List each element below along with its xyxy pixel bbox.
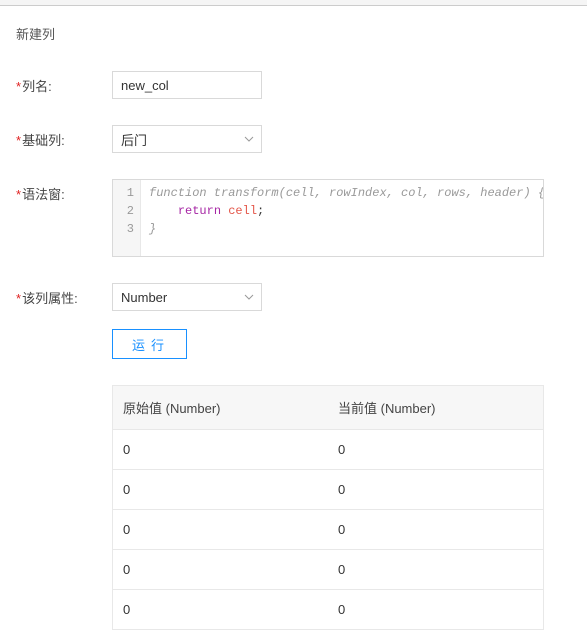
label-empty — [16, 329, 112, 334]
table-row: 0 0 — [113, 590, 543, 630]
label-col-name: 列名: — [16, 71, 112, 95]
field-col-attr: Number — [112, 283, 571, 311]
table-row: 0 0 — [113, 510, 543, 550]
table-header-orig: 原始值 (Number) — [113, 386, 328, 429]
cell-curr: 0 — [328, 590, 543, 629]
field-col-name — [112, 71, 571, 99]
dialog-content: 新建列 列名: 基础列: 后门 语法窗: 1 — [0, 6, 587, 640]
field-syntax: 1 2 3 function transform(cell, rowIndex,… — [112, 179, 571, 257]
code-body[interactable]: function transform(cell, rowIndex, col, … — [141, 180, 543, 256]
table-row: 0 0 — [113, 430, 543, 470]
cell-curr: 0 — [328, 510, 543, 549]
row-col-attr: 该列属性: Number — [16, 283, 571, 311]
run-button[interactable]: 运行 — [112, 329, 187, 359]
col-attr-select[interactable]: Number — [112, 283, 262, 311]
label-base-col: 基础列: — [16, 125, 112, 149]
label-col-attr: 该列属性: — [16, 283, 112, 307]
col-attr-value: Number — [121, 290, 167, 305]
table-row: 0 0 — [113, 550, 543, 590]
code-line-1: function transform(cell, rowIndex, col, … — [149, 186, 543, 200]
field-run: 运行 — [112, 329, 571, 359]
page-title: 新建列 — [16, 24, 571, 43]
row-syntax: 语法窗: 1 2 3 function transform(cell, rowI… — [16, 179, 571, 257]
label-syntax: 语法窗: — [16, 179, 112, 203]
row-base-col: 基础列: 后门 — [16, 125, 571, 153]
cell-curr: 0 — [328, 550, 543, 589]
cell-curr: 0 — [328, 430, 543, 469]
code-id-cell: cell — [228, 204, 257, 218]
field-base-col: 后门 — [112, 125, 571, 153]
cell-orig: 0 — [113, 550, 328, 589]
col-name-input[interactable] — [112, 71, 262, 99]
table-row: 0 0 — [113, 470, 543, 510]
code-editor[interactable]: 1 2 3 function transform(cell, rowIndex,… — [112, 179, 544, 257]
cell-orig: 0 — [113, 590, 328, 629]
row-run: 运行 — [16, 329, 571, 359]
result-table: 原始值 (Number) 当前值 (Number) 0 0 0 0 0 0 0 … — [112, 385, 544, 630]
code-kw-return: return — [178, 204, 221, 218]
cell-curr: 0 — [328, 470, 543, 509]
cell-orig: 0 — [113, 430, 328, 469]
code-gutter: 1 2 3 — [113, 180, 141, 256]
cell-orig: 0 — [113, 470, 328, 509]
code-line-3: } — [149, 222, 156, 236]
table-header-curr: 当前值 (Number) — [328, 386, 543, 429]
gutter-line: 3 — [113, 220, 134, 238]
gutter-line: 2 — [113, 202, 134, 220]
cell-orig: 0 — [113, 510, 328, 549]
code-semi: ; — [257, 204, 264, 218]
table-header-row: 原始值 (Number) 当前值 (Number) — [113, 386, 543, 430]
base-col-select[interactable]: 后门 — [112, 125, 262, 153]
gutter-line: 1 — [113, 184, 134, 202]
table-body: 0 0 0 0 0 0 0 0 0 0 — [113, 430, 543, 630]
col-attr-select-wrap: Number — [112, 283, 262, 311]
base-col-value: 后门 — [121, 130, 147, 149]
base-col-select-wrap: 后门 — [112, 125, 262, 153]
row-col-name: 列名: — [16, 71, 571, 99]
